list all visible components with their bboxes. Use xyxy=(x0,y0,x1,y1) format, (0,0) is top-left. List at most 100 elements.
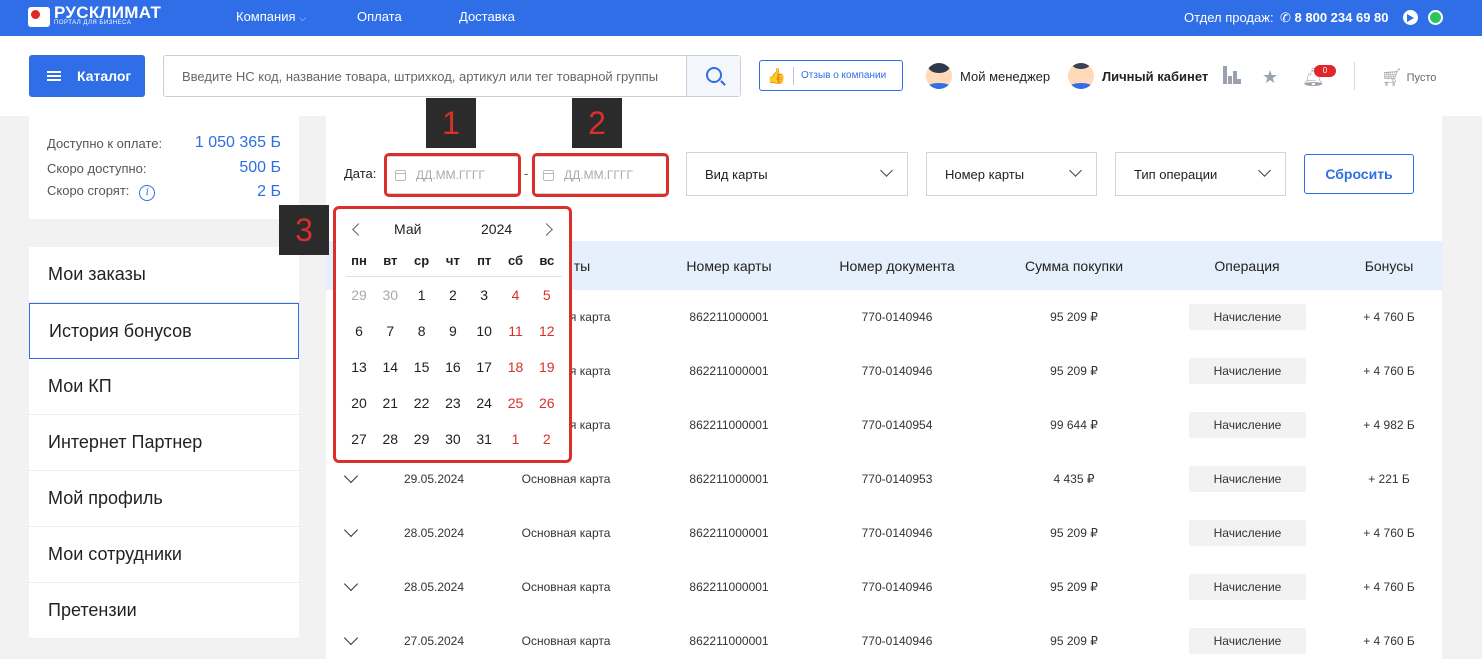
expand-chevron-icon[interactable] xyxy=(343,468,359,484)
nav-payment[interactable]: Оплата xyxy=(357,9,402,24)
calendar-day[interactable]: 25 xyxy=(508,395,524,411)
whatsapp-icon[interactable] xyxy=(1428,10,1443,25)
notifications-badge: 0 xyxy=(1314,65,1336,77)
expand-chevron-icon[interactable] xyxy=(343,630,359,646)
calendar-day[interactable]: 24 xyxy=(476,395,492,411)
weekday-label: вт xyxy=(383,253,398,268)
sales-phone[interactable]: ✆ 8 800 234 69 80 xyxy=(1280,10,1389,26)
calendar-day[interactable]: 10 xyxy=(476,323,492,339)
calendar-day[interactable]: 23 xyxy=(445,395,461,411)
cell-document: 770-0140946 xyxy=(861,364,933,378)
calendar-day[interactable]: 4 xyxy=(512,287,520,303)
cell-bonus: + 4 760 Б xyxy=(1363,364,1415,378)
calendar-day[interactable]: 1 xyxy=(512,431,520,447)
calendar-day[interactable]: 29 xyxy=(414,431,430,447)
col-card-number: Номер карты xyxy=(686,258,772,274)
logo[interactable]: РУСКЛИМАТ ПОРТАЛ ДЛЯ БИЗНЕСА xyxy=(28,4,161,27)
operation-badge: Начисление xyxy=(1189,358,1306,384)
calendar-day[interactable]: 27 xyxy=(351,431,367,447)
cell-sum: 99 644 ₽ xyxy=(1050,418,1098,432)
calendar-day[interactable]: 8 xyxy=(418,323,426,339)
calendar-day[interactable]: 13 xyxy=(351,359,367,375)
operation-badge: Начисление xyxy=(1189,304,1306,330)
menu-item-orders[interactable]: Мои заказы xyxy=(29,247,299,303)
nav-delivery[interactable]: Доставка xyxy=(459,9,515,24)
calendar-day[interactable]: 26 xyxy=(539,395,555,411)
calendar-day[interactable]: 28 xyxy=(383,431,399,447)
menu-item-quotes[interactable]: Мои КП xyxy=(29,359,299,415)
calendar-day[interactable]: 16 xyxy=(445,359,461,375)
phone-icon: ✆ xyxy=(1280,10,1291,25)
col-bonus: Бонусы xyxy=(1364,258,1414,274)
calendar-day[interactable]: 9 xyxy=(449,323,457,339)
calendar-day[interactable]: 2 xyxy=(449,287,457,303)
menu-item-bonus-history[interactable]: История бонусов xyxy=(29,303,299,359)
catalog-button[interactable]: Каталог xyxy=(29,55,145,97)
menu-item-profile[interactable]: Мой профиль xyxy=(29,471,299,527)
account-link[interactable]: Личный кабинет xyxy=(1068,63,1208,89)
calendar-day[interactable]: 6 xyxy=(355,323,363,339)
cell-sum: 4 435 ₽ xyxy=(1053,472,1095,486)
calendar-day[interactable]: 12 xyxy=(539,323,555,339)
calendar-day[interactable]: 5 xyxy=(543,287,551,303)
highlight-date-from xyxy=(384,153,521,197)
calendar-day[interactable]: 7 xyxy=(386,323,394,339)
telegram-icon[interactable] xyxy=(1403,10,1418,25)
cart-link[interactable]: 🛒︎ Пусто xyxy=(1381,68,1436,88)
sales-label: Отдел продаж: xyxy=(1184,10,1274,25)
weekday-label: пн xyxy=(351,253,367,268)
calendar-day[interactable]: 30 xyxy=(383,287,399,303)
chevron-down-icon xyxy=(880,164,893,177)
calendar-day[interactable]: 21 xyxy=(383,395,399,411)
calendar-day[interactable]: 31 xyxy=(476,431,492,447)
calendar-month[interactable]: Май xyxy=(394,221,421,237)
card-type-select[interactable]: Вид карты xyxy=(686,152,908,196)
table-row[interactable]: 28.05.2024 Основная карта 862211000001 770-… xyxy=(326,560,1442,614)
cell-sum: 95 209 ₽ xyxy=(1050,580,1098,594)
calendar-day[interactable]: 11 xyxy=(508,323,523,339)
expand-chevron-icon[interactable] xyxy=(343,522,359,538)
menu-item-employees[interactable]: Мои сотрудники xyxy=(29,527,299,583)
search-input[interactable] xyxy=(164,56,684,96)
callout-3: 3 xyxy=(279,205,329,255)
operation-badge: Начисление xyxy=(1189,412,1306,438)
expand-chevron-icon[interactable] xyxy=(343,576,359,592)
operation-type-select[interactable]: Тип операции xyxy=(1115,152,1286,196)
prev-month-icon[interactable] xyxy=(352,223,365,236)
chevron-down-icon xyxy=(1069,164,1082,177)
calendar-day[interactable]: 30 xyxy=(445,431,461,447)
cell-card: Основная карта xyxy=(521,472,611,486)
calendar-day[interactable]: 15 xyxy=(414,359,430,375)
calendar-day[interactable]: 20 xyxy=(351,395,367,411)
card-number-select[interactable]: Номер карты xyxy=(926,152,1097,196)
next-month-icon[interactable] xyxy=(540,223,553,236)
search-button[interactable] xyxy=(686,56,740,96)
table-row[interactable]: 27.05.2024 Основная карта 862211000001 770-… xyxy=(326,614,1442,659)
review-button[interactable]: 👍 Отзыв о компании xyxy=(759,60,903,91)
menu-item-internet-partner[interactable]: Интернет Партнер xyxy=(29,415,299,471)
calendar-day[interactable]: 29 xyxy=(351,287,367,303)
favorites-star-icon[interactable]: ★ xyxy=(1262,67,1278,88)
menu-item-claims[interactable]: Претензии xyxy=(29,583,299,639)
calendar-day[interactable]: 14 xyxy=(383,359,399,375)
info-icon[interactable]: i xyxy=(139,185,156,201)
calendar-day[interactable]: 3 xyxy=(480,287,488,303)
cell-card-number: 862211000001 xyxy=(689,364,769,378)
cell-document: 770-0140946 xyxy=(861,310,933,324)
menu-icon xyxy=(47,71,61,81)
weekday-label: чт xyxy=(445,253,460,268)
calendar-day[interactable]: 19 xyxy=(539,359,555,375)
nav-company[interactable]: Компания ⌵ xyxy=(236,9,306,24)
table-row[interactable]: 28.05.2024 Основная карта 862211000001 770-… xyxy=(326,506,1442,560)
calendar-day[interactable]: 17 xyxy=(476,359,492,375)
calendar-day[interactable]: 1 xyxy=(418,287,426,303)
compare-icon[interactable] xyxy=(1223,66,1241,84)
cell-sum: 95 209 ₽ xyxy=(1050,364,1098,378)
reset-button[interactable]: Сбросить xyxy=(1304,154,1414,194)
calendar-day[interactable]: 2 xyxy=(543,431,551,447)
calendar-year[interactable]: 2024 xyxy=(481,221,512,237)
calendar-day[interactable]: 22 xyxy=(414,395,430,411)
my-manager-link[interactable]: Мой менеджер xyxy=(926,63,1050,89)
cell-document: 770-0140946 xyxy=(861,526,933,540)
calendar-day[interactable]: 18 xyxy=(508,359,524,375)
